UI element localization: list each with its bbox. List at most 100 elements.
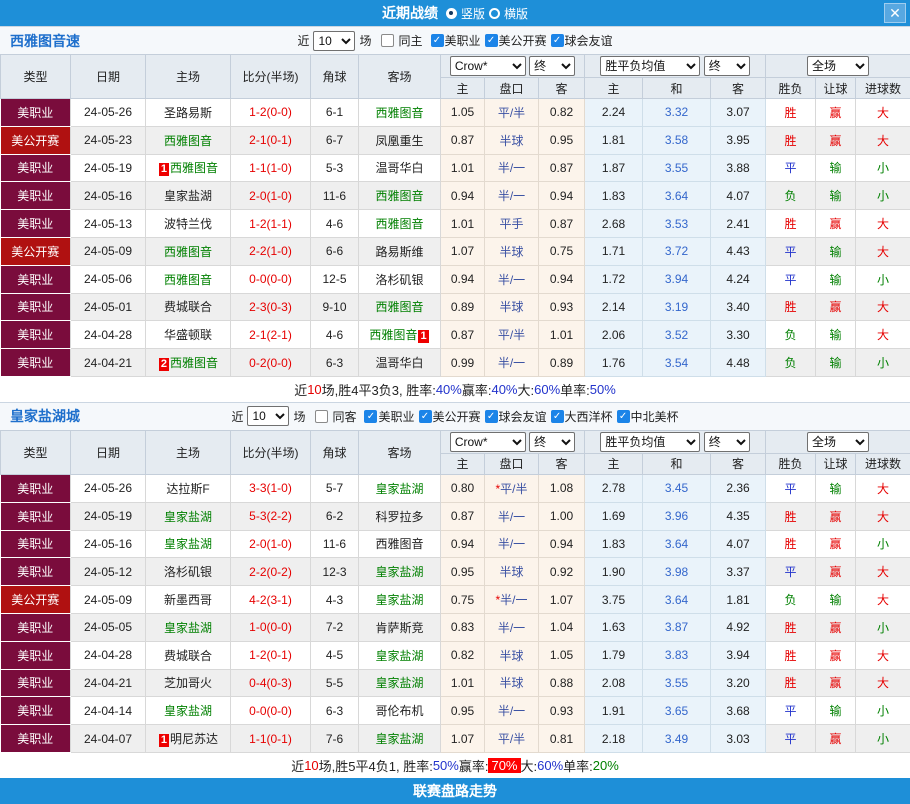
avg-away-cell: 3.37 <box>711 558 766 586</box>
corner-cell: 7-6 <box>311 725 359 753</box>
table-row: 美职业24-04-21芝加哥火0-4(0-3)5-5皇家盐湖1.01半球0.88… <box>1 669 910 697</box>
match-count-select[interactable]: 10 <box>313 31 355 51</box>
score-cell: 1-0(0-0) <box>231 613 311 641</box>
section-header: 皇家盐湖城 近 10 场 同客 美职业美公开赛球会友谊大西洋杯中北美杯 <box>0 402 910 430</box>
away-team-cell: 科罗拉多 <box>359 502 441 530</box>
date-cell: 24-05-19 <box>71 502 146 530</box>
score-cell: 3-3(1-0) <box>231 474 311 502</box>
table-row: 美职业24-04-071明尼苏达1-1(0-1)7-6皇家盐湖1.07平/半0.… <box>1 725 910 753</box>
avg-time-select[interactable]: 终 <box>704 56 750 76</box>
odds-time-select[interactable]: 终 <box>529 56 575 76</box>
type-cell: 美职业 <box>1 293 71 321</box>
away-team-cell: 皇家盐湖 <box>359 474 441 502</box>
handicap-cell: 半/一 <box>485 502 539 530</box>
home-team-cell: 华盛顿联 <box>146 321 231 349</box>
filter-bar: 近 10 场 同主 美职业美公开赛球会友谊 <box>297 31 612 51</box>
handicap-cell: 半/一 <box>485 182 539 210</box>
odds-home-cell: 0.87 <box>441 321 485 349</box>
avg-time-select[interactable]: 终 <box>704 432 750 452</box>
type-cell: 美职业 <box>1 558 71 586</box>
odds-company-select[interactable]: Crow* <box>450 56 526 76</box>
away-team-cell: 温哥华白 <box>359 349 441 377</box>
away-team-cell: 皇家盐湖 <box>359 558 441 586</box>
competition-checkbox[interactable] <box>431 34 444 47</box>
date-cell: 24-04-21 <box>71 349 146 377</box>
vertical-radio[interactable] <box>446 8 457 19</box>
avg-away-cell: 3.68 <box>711 697 766 725</box>
same-venue-checkbox[interactable] <box>381 34 394 47</box>
summary-segment: 10 <box>304 758 318 773</box>
team-label: 西雅图音 <box>369 328 417 342</box>
same-venue-checkbox[interactable] <box>315 410 328 423</box>
odds-home-cell: 0.80 <box>441 474 485 502</box>
avg-draw-cell: 3.64 <box>643 182 711 210</box>
goals-result-cell: 大 <box>856 99 910 127</box>
competition-checkbox[interactable] <box>551 34 564 47</box>
result-cell: 胜 <box>766 126 816 154</box>
red-card-badge: 1 <box>159 163 169 176</box>
home-team-cell: 西雅图音 <box>146 265 231 293</box>
type-cell: 美职业 <box>1 210 71 238</box>
col-type: 类型 <box>1 55 71 99</box>
fulltime-select[interactable]: 全场 <box>807 56 869 76</box>
team-label: 西雅图音 <box>375 189 423 203</box>
result-cell: 胜 <box>766 613 816 641</box>
team-label: 路易斯维 <box>375 245 423 259</box>
competition-checkbox[interactable] <box>551 410 564 423</box>
team-label: 洛杉矶银 <box>375 273 423 287</box>
team-label: 肯萨斯竞 <box>375 621 423 635</box>
odds-away-cell: 1.04 <box>539 613 585 641</box>
score-cell: 2-0(1-0) <box>231 530 311 558</box>
odds-away-cell: 0.94 <box>539 530 585 558</box>
asian-result-cell: 输 <box>816 321 856 349</box>
home-team-cell: 皇家盐湖 <box>146 502 231 530</box>
date-cell: 24-05-23 <box>71 126 146 154</box>
avg-draw-cell: 3.32 <box>643 99 711 127</box>
avg-odds-select[interactable]: 胜平负均值 <box>600 432 700 452</box>
team-section: 西雅图音速 近 10 场 同主 美职业美公开赛球会友谊 类型 日期 主场 比分(… <box>0 26 910 402</box>
odds-time-select[interactable]: 终 <box>529 432 575 452</box>
corner-cell: 5-7 <box>311 474 359 502</box>
competition-filter-item: 球会友谊 <box>485 408 547 425</box>
horizontal-radio[interactable] <box>489 8 500 19</box>
odds-company-select[interactable]: Crow* <box>450 432 526 452</box>
competition-checkbox[interactable] <box>485 34 498 47</box>
home-team-cell: 皇家盐湖 <box>146 697 231 725</box>
bottom-bar[interactable]: 联赛盘路走势 <box>0 778 910 804</box>
type-cell: 美职业 <box>1 613 71 641</box>
avg-odds-header: 胜平负均值 终 <box>585 430 766 453</box>
score-cell: 1-1(0-1) <box>231 725 311 753</box>
col-score: 比分(半场) <box>231 430 311 474</box>
competition-checkbox[interactable] <box>419 410 432 423</box>
team-label: 皇家盐湖 <box>375 565 423 579</box>
fulltime-select[interactable]: 全场 <box>807 432 869 452</box>
score-cell: 2-0(1-0) <box>231 182 311 210</box>
matches-table: 类型 日期 主场 比分(半场) 角球 客场 Crow* 终 胜平负均值 终 全场 <box>0 430 910 753</box>
sub-col-avg-draw: 和 <box>643 453 711 474</box>
type-cell: 美职业 <box>1 530 71 558</box>
asian-result-cell: 输 <box>816 182 856 210</box>
odds-away-cell: 0.88 <box>539 669 585 697</box>
competition-filter-item: 美公开赛 <box>485 32 547 49</box>
summary-segment: 10 <box>307 382 321 397</box>
home-team-cell: 洛杉矶银 <box>146 558 231 586</box>
handicap-cell: *半/一 <box>485 586 539 614</box>
corner-cell: 9-10 <box>311 293 359 321</box>
away-team-cell: 皇家盐湖 <box>359 586 441 614</box>
team-label: 西雅图音 <box>164 273 212 287</box>
competition-checkbox[interactable] <box>617 410 630 423</box>
asian-result-cell: 赢 <box>816 210 856 238</box>
matches-table: 类型 日期 主场 比分(半场) 角球 客场 Crow* 终 胜平负均值 终 全场 <box>0 54 910 377</box>
competition-checkbox[interactable] <box>364 410 377 423</box>
competition-checkbox[interactable] <box>485 410 498 423</box>
type-cell: 美职业 <box>1 725 71 753</box>
table-row: 美公开赛24-05-09新墨西哥4-2(3-1)4-3皇家盐湖0.75*半/一1… <box>1 586 910 614</box>
type-cell: 美职业 <box>1 641 71 669</box>
handicap-cell: *平/半 <box>485 474 539 502</box>
summary-segment: 70% <box>488 758 520 773</box>
match-count-select[interactable]: 10 <box>247 406 289 426</box>
close-icon[interactable]: ✕ <box>884 3 906 23</box>
avg-odds-select[interactable]: 胜平负均值 <box>600 56 700 76</box>
result-cell: 负 <box>766 321 816 349</box>
section-header: 西雅图音速 近 10 场 同主 美职业美公开赛球会友谊 <box>0 26 910 54</box>
